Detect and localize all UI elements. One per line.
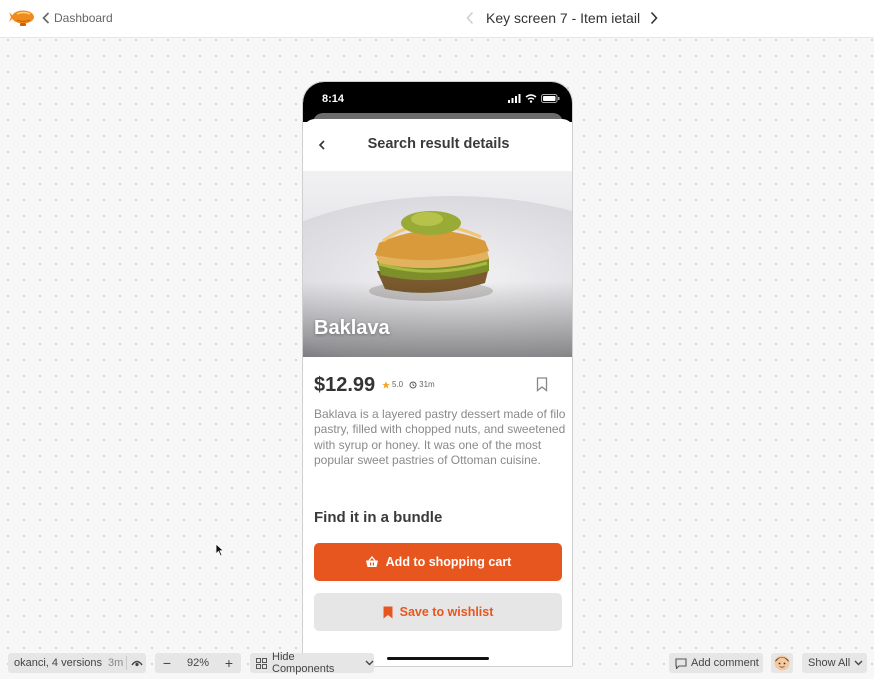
prep-time: 31m: [409, 380, 435, 389]
item-description: Baklava is a layered pastry dessert made…: [314, 407, 566, 467]
avatar[interactable]: [771, 653, 793, 673]
home-indicator: [387, 657, 489, 660]
hide-components-button[interactable]: Hide Components: [250, 651, 374, 675]
cursor-icon: [215, 543, 225, 557]
bookmark-button[interactable]: [536, 377, 550, 393]
chevron-left-icon: [466, 11, 474, 25]
save-to-wishlist-label: Save to wishlist: [399, 605, 494, 619]
divider: [126, 656, 127, 670]
chevron-left-icon: [42, 12, 50, 24]
zoom-in-button[interactable]: +: [223, 655, 235, 671]
dashboard-label: Dashboard: [54, 11, 113, 25]
screen-title: Key screen 7 - Item ietail: [486, 10, 641, 26]
zeppelin-logo-icon[interactable]: [8, 6, 36, 30]
status-time: 8:14: [322, 93, 345, 105]
hide-components-label: Hide Components: [272, 651, 335, 675]
add-to-cart-label: Add to shopping cart: [385, 555, 512, 569]
comment-icon: [675, 657, 687, 669]
page-title: Search result details: [367, 136, 510, 152]
components-icon: [256, 657, 267, 669]
versions-pill[interactable]: okanci, 4 versions 3m: [8, 653, 146, 673]
save-to-wishlist-button[interactable]: Save to wishlist: [314, 593, 562, 631]
previous-screen-button[interactable]: [466, 11, 476, 25]
show-all-label: Show All: [808, 657, 851, 669]
add-to-cart-button[interactable]: Add to shopping cart: [314, 543, 562, 581]
item-meta: 5.0 31m: [382, 380, 435, 389]
rating-value: 5.0: [392, 380, 404, 389]
eye-icon[interactable]: [130, 656, 144, 670]
phone-screen: 8:14 Search result details Baklava $12.9…: [302, 81, 573, 667]
add-comment-button[interactable]: Add comment: [669, 653, 763, 673]
bundle-section-title: Find it in a bundle: [314, 509, 443, 526]
star-icon: [382, 380, 390, 388]
chevron-down-icon: [365, 660, 374, 666]
detail-sheet: Search result details Baklava $12.99 5.0…: [303, 119, 572, 666]
versions-ago: 3m: [108, 657, 124, 669]
prep-time-value: 31m: [419, 380, 435, 389]
rating: 5.0: [382, 380, 403, 389]
wifi-icon: [525, 94, 537, 103]
status-icons: [508, 94, 560, 103]
avatar-icon: [774, 655, 790, 671]
zoom-control: − 92% +: [155, 653, 241, 673]
bookmark-icon: [383, 606, 393, 618]
battery-icon: [541, 94, 560, 103]
top-bar: Dashboard Key screen 7 - Item ietail: [0, 0, 874, 38]
item-price: $12.99: [314, 374, 376, 396]
next-screen-button[interactable]: [650, 11, 660, 25]
chevron-right-icon: [650, 11, 658, 25]
dashboard-back-link[interactable]: Dashboard: [42, 10, 113, 26]
nav-header: Search result details: [303, 135, 572, 155]
chevron-down-icon: [854, 660, 863, 666]
item-name: Baklava: [314, 317, 390, 339]
zoom-out-button[interactable]: −: [161, 655, 173, 671]
bookmark-icon: [536, 377, 548, 392]
add-comment-label: Add comment: [691, 657, 759, 669]
signal-icon: [508, 94, 521, 103]
basket-icon: [365, 556, 378, 567]
zoom-value: 92%: [186, 657, 210, 669]
versions-label: okanci, 4 versions: [14, 657, 103, 669]
clock-icon: [409, 380, 417, 389]
screen-navigator: Key screen 7 - Item ietail: [466, 8, 660, 28]
show-all-dropdown[interactable]: Show All: [802, 653, 867, 673]
item-image: Baklava: [303, 171, 572, 357]
